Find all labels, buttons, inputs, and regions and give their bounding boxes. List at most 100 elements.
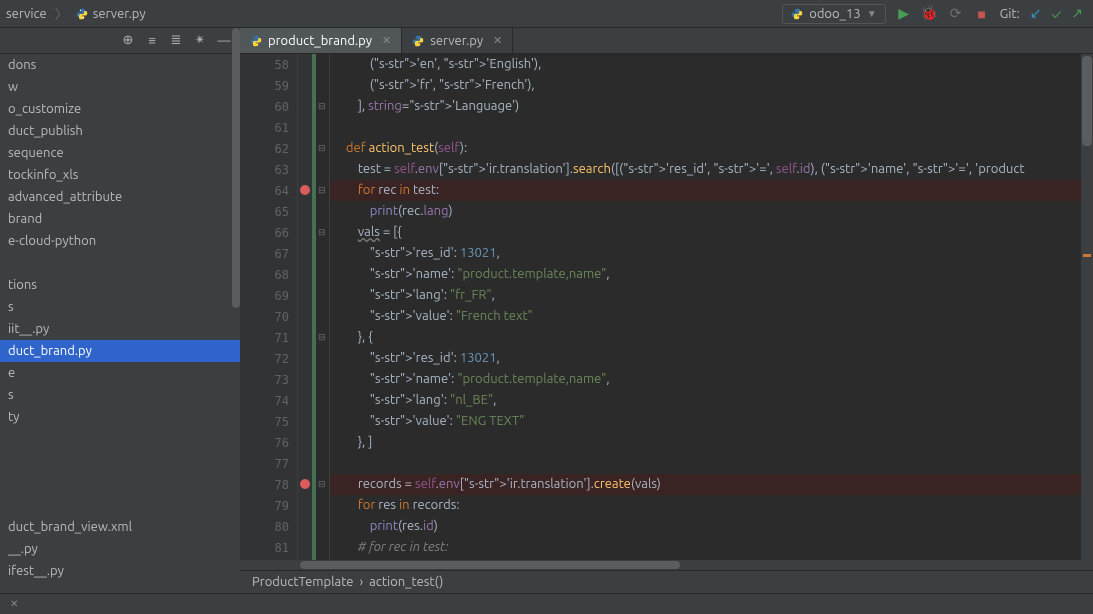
sidebar-scrollbar[interactable] (232, 28, 240, 308)
line-number[interactable]: 74 (240, 390, 297, 411)
code-line[interactable]: for rec in test: (330, 180, 1093, 201)
tab-server[interactable]: server.py ✕ (402, 28, 513, 53)
code-line[interactable]: ], string="s-str">'Language') (330, 96, 1093, 117)
tree-item[interactable]: sequence (0, 142, 240, 164)
git-pull-icon[interactable]: ↙ (1030, 5, 1042, 22)
tree-item[interactable]: tions (0, 274, 240, 296)
tree-item[interactable]: iit__.py (0, 318, 240, 340)
line-number[interactable]: 78 (240, 474, 297, 495)
code-line[interactable]: "s-str">'res_id': 13021, (330, 348, 1093, 369)
collapse-icon[interactable]: ≣ (168, 33, 184, 48)
tab-product-brand[interactable]: product_brand.py ✕ (240, 28, 402, 53)
line-number-gutter[interactable]: 5859606162636465666768697071727374757677… (240, 54, 298, 560)
breadcrumb-segment[interactable]: service (0, 7, 53, 21)
warning-stripe[interactable] (1083, 254, 1091, 257)
tree-item[interactable]: brand (0, 208, 240, 230)
code-line[interactable]: # for rec in test: (330, 537, 1093, 558)
code-line[interactable]: vals = [{ (330, 222, 1093, 243)
fold-toggle-icon[interactable]: ⊟ (318, 101, 326, 112)
line-number[interactable]: 75 (240, 411, 297, 432)
fold-gutter[interactable]: ⊟ ⊟ ⊟ ⊟ ⊟ ⊟ (316, 54, 330, 560)
code-text[interactable]: ("s-str">'en', "s-str">'English'), ("s-s… (330, 54, 1093, 560)
code-line[interactable]: ("s-str">'en', "s-str">'English'), (330, 54, 1093, 75)
close-icon[interactable]: ✕ (10, 598, 18, 610)
run-button[interactable]: ▶ (896, 6, 912, 22)
code-line[interactable]: "s-str">'res_id': 13021, (330, 243, 1093, 264)
tree-item[interactable]: tockinfo_xls (0, 164, 240, 186)
tree-item[interactable]: ifest__.py (0, 560, 240, 582)
line-number[interactable]: 61 (240, 117, 297, 138)
close-tab-icon[interactable]: ✕ (493, 34, 502, 47)
code-line[interactable]: for res in records: (330, 495, 1093, 516)
code-line[interactable]: "s-str">'lang': "nl_BE", (330, 390, 1093, 411)
scrollbar-thumb[interactable] (1082, 56, 1092, 146)
tree-item[interactable] (0, 494, 240, 516)
code-line[interactable]: "s-str">'value': "ENG TEXT" (330, 411, 1093, 432)
tree-item[interactable]: e-cloud-python (0, 230, 240, 252)
project-tree[interactable]: donswo_customizeduct_publishsequencetock… (0, 54, 240, 593)
tree-item[interactable]: __.py (0, 538, 240, 560)
scrollbar-thumb[interactable] (300, 561, 680, 569)
line-number[interactable]: 73 (240, 369, 297, 390)
tree-item[interactable] (0, 428, 240, 450)
tree-item[interactable]: o_customize (0, 98, 240, 120)
tree-item[interactable]: s (0, 384, 240, 406)
line-number[interactable]: 70 (240, 306, 297, 327)
code-editor[interactable]: 5859606162636465666768697071727374757677… (240, 54, 1093, 560)
breakpoint-icon[interactable] (300, 185, 310, 195)
close-tab-icon[interactable]: ✕ (382, 34, 391, 47)
line-number[interactable]: 77 (240, 453, 297, 474)
tree-item[interactable] (0, 472, 240, 494)
fold-toggle-icon[interactable]: ⊟ (318, 332, 326, 343)
fold-toggle-icon[interactable]: ⊟ (318, 143, 326, 154)
line-number[interactable]: 68 (240, 264, 297, 285)
run-configuration-selector[interactable]: odoo_13 ▼ (782, 4, 885, 24)
code-line[interactable] (330, 117, 1093, 138)
editor-breadcrumb[interactable]: ProductTemplate›action_test() (240, 570, 1093, 593)
breadcrumb-segment[interactable]: server.py (70, 7, 152, 21)
tree-item[interactable]: duct_brand.py (0, 340, 240, 362)
code-line[interactable]: records = self.env["s-str">'ir.translati… (330, 474, 1093, 495)
fold-toggle-icon[interactable]: ⊟ (318, 479, 326, 490)
line-number[interactable]: 80 (240, 516, 297, 537)
hide-icon[interactable]: — (216, 34, 232, 48)
code-line[interactable]: ("s-str">'fr', "s-str">'French'), (330, 75, 1093, 96)
locate-icon[interactable]: ⊕ (120, 33, 136, 48)
code-line[interactable]: "s-str">'name': "product.template,name", (330, 264, 1093, 285)
tree-item[interactable]: e (0, 362, 240, 384)
tree-item[interactable]: duct_brand_view.xml (0, 516, 240, 538)
line-number[interactable]: 62 (240, 138, 297, 159)
tree-item[interactable]: duct_publish (0, 120, 240, 142)
git-push-icon[interactable]: ↗ (1071, 5, 1083, 22)
fold-toggle-icon[interactable]: ⊟ (318, 227, 326, 238)
tree-item[interactable] (0, 450, 240, 472)
code-line[interactable]: def action_test(self): (330, 138, 1093, 159)
fold-toggle-icon[interactable]: ⊟ (318, 185, 326, 196)
line-number[interactable]: 79 (240, 495, 297, 516)
bottom-tab[interactable]: ✕ (0, 598, 28, 610)
tree-item[interactable]: s (0, 296, 240, 318)
debug-button[interactable]: 🐞 (922, 6, 938, 22)
stop-button[interactable]: ■ (974, 6, 990, 22)
code-line[interactable]: "s-str">'value': "French text" (330, 306, 1093, 327)
tree-item[interactable]: dons (0, 54, 240, 76)
code-line[interactable] (330, 453, 1093, 474)
code-line[interactable]: print(res.id) (330, 516, 1093, 537)
line-number[interactable]: 58 (240, 54, 297, 75)
line-number[interactable]: 76 (240, 432, 297, 453)
tree-item[interactable]: advanced_attribute (0, 186, 240, 208)
coverage-button[interactable]: ⟳ (948, 6, 964, 22)
git-commit-icon[interactable]: ✓ (1051, 6, 1061, 22)
line-number[interactable]: 69 (240, 285, 297, 306)
tree-item[interactable] (0, 252, 240, 274)
settings-icon[interactable]: ✴ (192, 33, 208, 48)
line-number[interactable]: 59 (240, 75, 297, 96)
code-line[interactable]: }, ] (330, 432, 1093, 453)
tree-item[interactable]: ty (0, 406, 240, 428)
line-number[interactable]: 66 (240, 222, 297, 243)
code-line[interactable]: test = self.env["s-str">'ir.translation'… (330, 159, 1093, 180)
editor-horizontal-scrollbar[interactable] (240, 560, 1093, 570)
line-number[interactable]: 64 (240, 180, 297, 201)
code-line[interactable]: print(rec.lang) (330, 201, 1093, 222)
code-line[interactable]: }, { (330, 327, 1093, 348)
